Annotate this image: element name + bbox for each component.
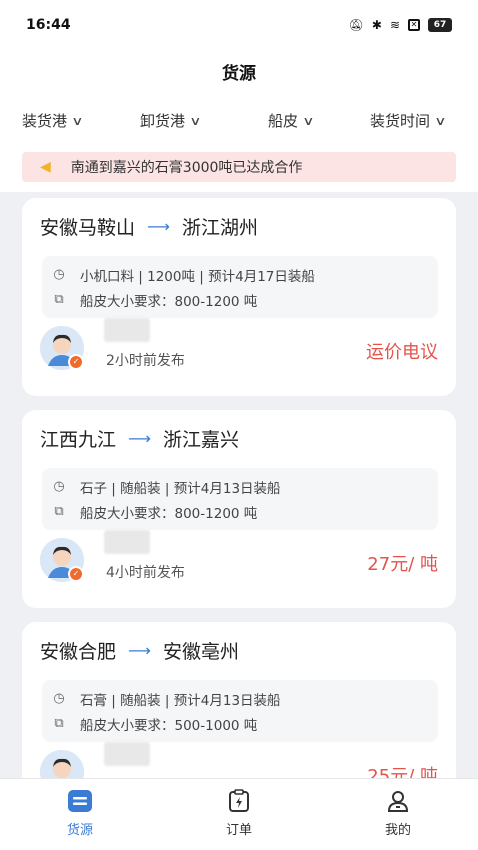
ship-requirement: 船皮大小要求：500-1000 吨 xyxy=(80,717,258,734)
chevron-down-icon: ∨ xyxy=(71,113,84,128)
cargo-info: 石膏 | 随船装 | 预计4月13日装船 xyxy=(80,692,281,709)
publisher-name xyxy=(104,318,150,342)
tab-cargo[interactable]: 货源 xyxy=(40,789,120,838)
route: 安徽马鞍山 ⟶ 浙江湖州 xyxy=(40,213,258,240)
no-sim-icon: ✕ xyxy=(408,19,420,31)
route-to: 安徽亳州 xyxy=(162,641,239,663)
chevron-down-icon: ∨ xyxy=(302,113,315,128)
ship-size-icon: ⧉ xyxy=(54,504,64,519)
cargo-list[interactable]: 安徽马鞍山 ⟶ 浙江湖州 ◷ 小机口料 | 1200吨 | 预计4月17日装船 … xyxy=(0,192,478,778)
cargo-card[interactable]: 江西九江 ⟶ 浙江嘉兴 ◷ 石子 | 随船装 | 预计4月13日装船 ⧉ 船皮大… xyxy=(22,410,456,608)
cargo-card[interactable]: 安徽马鞍山 ⟶ 浙江湖州 ◷ 小机口料 | 1200吨 | 预计4月17日装船 … xyxy=(22,198,456,396)
tab-label: 我的 xyxy=(384,823,411,838)
tab-orders[interactable]: 订单 xyxy=(199,789,279,838)
mute-icon: 🔕︎ xyxy=(348,18,364,32)
route-to: 浙江嘉兴 xyxy=(162,429,239,451)
arrow-right-icon: ⟶ xyxy=(147,217,170,236)
ship-size-icon: ⧉ xyxy=(54,716,64,731)
filter-bar: 装货港 ∨ 卸货港 ∨ 船皮 ∨ 装货时间 ∨ xyxy=(0,100,478,140)
price: 运价电议 xyxy=(366,342,438,363)
clock-icon: ◷ xyxy=(53,479,65,494)
filter-label: 卸货港 xyxy=(140,112,186,130)
cargo-info-box: ◷ 石子 | 随船装 | 预计4月13日装船 ⧉ 船皮大小要求：800-1200… xyxy=(42,468,438,530)
notice-text: 南通到嘉兴的石膏3000吨已达成合作 xyxy=(70,160,303,176)
status-time: 16:44 xyxy=(26,17,71,33)
battery-icon: 67 xyxy=(428,18,452,32)
ship-requirement: 船皮大小要求：800-1200 吨 xyxy=(80,293,258,310)
cargo-info-box: ◷ 小机口料 | 1200吨 | 预计4月17日装船 ⧉ 船皮大小要求：800-… xyxy=(42,256,438,318)
chevron-down-icon: ∨ xyxy=(434,113,447,128)
publisher-name xyxy=(104,530,150,554)
bluetooth-icon: ✱ xyxy=(371,18,382,32)
status-icons: 🔕︎ ✱ ≋ ✕ 67 xyxy=(349,18,452,32)
filter-label: 船皮 xyxy=(268,112,299,130)
notice-area: ◀︎ 南通到嘉兴的石膏3000吨已达成合作 xyxy=(0,140,478,192)
post-time: 4小时前发布 xyxy=(106,565,185,581)
avatar[interactable] xyxy=(40,750,84,778)
filter-loading-port[interactable]: 装货港 ∨ xyxy=(22,110,84,131)
tab-label: 订单 xyxy=(225,823,252,838)
avatar[interactable]: ✓ xyxy=(40,326,84,370)
status-bar: 16:44 🔕︎ ✱ ≋ ✕ 67 xyxy=(0,0,478,50)
tab-label: 货源 xyxy=(66,823,93,838)
profile-icon xyxy=(387,791,409,812)
route-from: 安徽合肥 xyxy=(40,641,117,663)
route: 江西九江 ⟶ 浙江嘉兴 xyxy=(40,425,239,452)
tab-profile[interactable]: 我的 xyxy=(358,789,438,838)
route-from: 安徽马鞍山 xyxy=(40,217,136,239)
filter-ship-hull[interactable]: 船皮 ∨ xyxy=(268,110,315,131)
page-title: 货源 xyxy=(0,50,478,92)
cargo-icon xyxy=(68,790,92,812)
filter-label: 装货时间 xyxy=(370,112,431,130)
cargo-info: 小机口料 | 1200吨 | 预计4月17日装船 xyxy=(80,268,315,285)
clock-icon: ◷ xyxy=(53,267,65,282)
price: 27元/ 吨 xyxy=(367,554,438,575)
arrow-right-icon: ⟶ xyxy=(128,429,151,448)
cargo-info-box: ◷ 石膏 | 随船装 | 预计4月13日装船 ⧉ 船皮大小要求：500-1000… xyxy=(42,680,438,742)
price: 25元/ 吨 xyxy=(367,766,438,778)
order-icon xyxy=(229,789,249,812)
post-time: 2小时前发布 xyxy=(106,353,185,369)
avatar[interactable]: ✓ xyxy=(40,538,84,582)
filter-unloading-port[interactable]: 卸货港 ∨ xyxy=(140,110,202,131)
chevron-down-icon: ∨ xyxy=(189,113,202,128)
route-from: 江西九江 xyxy=(40,429,117,451)
ship-size-icon: ⧉ xyxy=(54,292,64,307)
speaker-icon: ◀︎ xyxy=(40,159,51,175)
verified-badge-icon: ✓ xyxy=(68,566,84,582)
clock-icon: ◷ xyxy=(53,691,65,706)
route: 安徽合肥 ⟶ 安徽亳州 xyxy=(40,637,239,664)
arrow-right-icon: ⟶ xyxy=(128,641,151,660)
route-to: 浙江湖州 xyxy=(181,217,258,239)
cargo-info: 石子 | 随船装 | 预计4月13日装船 xyxy=(80,480,281,497)
filter-label: 装货港 xyxy=(22,112,68,130)
verified-badge-icon: ✓ xyxy=(68,354,84,370)
wifi-icon: ≋ xyxy=(389,18,400,32)
notice-banner[interactable]: ◀︎ 南通到嘉兴的石膏3000吨已达成合作 xyxy=(22,152,456,182)
cargo-card[interactable]: 安徽合肥 ⟶ 安徽亳州 ◷ 石膏 | 随船装 | 预计4月13日装船 ⧉ 船皮大… xyxy=(22,622,456,778)
filter-loading-time[interactable]: 装货时间 ∨ xyxy=(370,110,447,131)
publisher-name xyxy=(104,742,150,766)
ship-requirement: 船皮大小要求：800-1200 吨 xyxy=(80,505,258,522)
tab-bar: 货源 订单 我的 xyxy=(0,778,478,850)
